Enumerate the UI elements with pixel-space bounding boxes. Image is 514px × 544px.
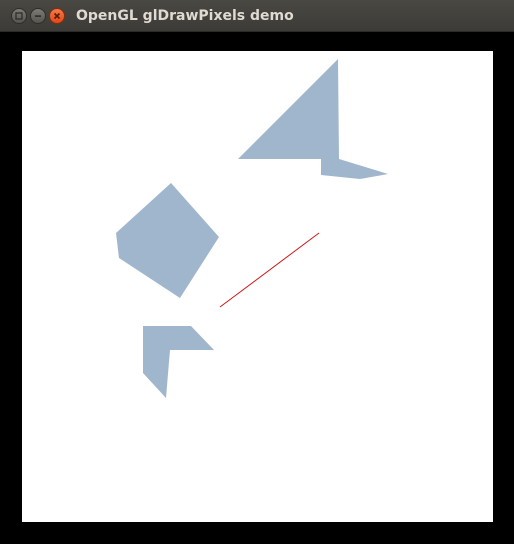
shape-diamond bbox=[116, 183, 219, 298]
gl-viewport[interactable] bbox=[22, 51, 493, 522]
minimize-button[interactable] bbox=[30, 8, 46, 24]
title-bar[interactable]: OpenGL glDrawPixels demo bbox=[0, 0, 514, 32]
shape-chevron bbox=[143, 326, 214, 398]
window-title: OpenGL glDrawPixels demo bbox=[76, 8, 294, 24]
red-line bbox=[219, 232, 320, 308]
minimize-icon bbox=[34, 12, 42, 20]
maximize-button[interactable] bbox=[11, 8, 27, 24]
app-window: OpenGL glDrawPixels demo bbox=[0, 0, 514, 544]
gl-drawing bbox=[116, 59, 388, 398]
shape-triangle bbox=[238, 59, 388, 179]
maximize-icon bbox=[15, 12, 23, 20]
gl-canvas-frame bbox=[0, 32, 514, 544]
close-button[interactable] bbox=[49, 8, 65, 24]
close-icon bbox=[53, 12, 61, 20]
